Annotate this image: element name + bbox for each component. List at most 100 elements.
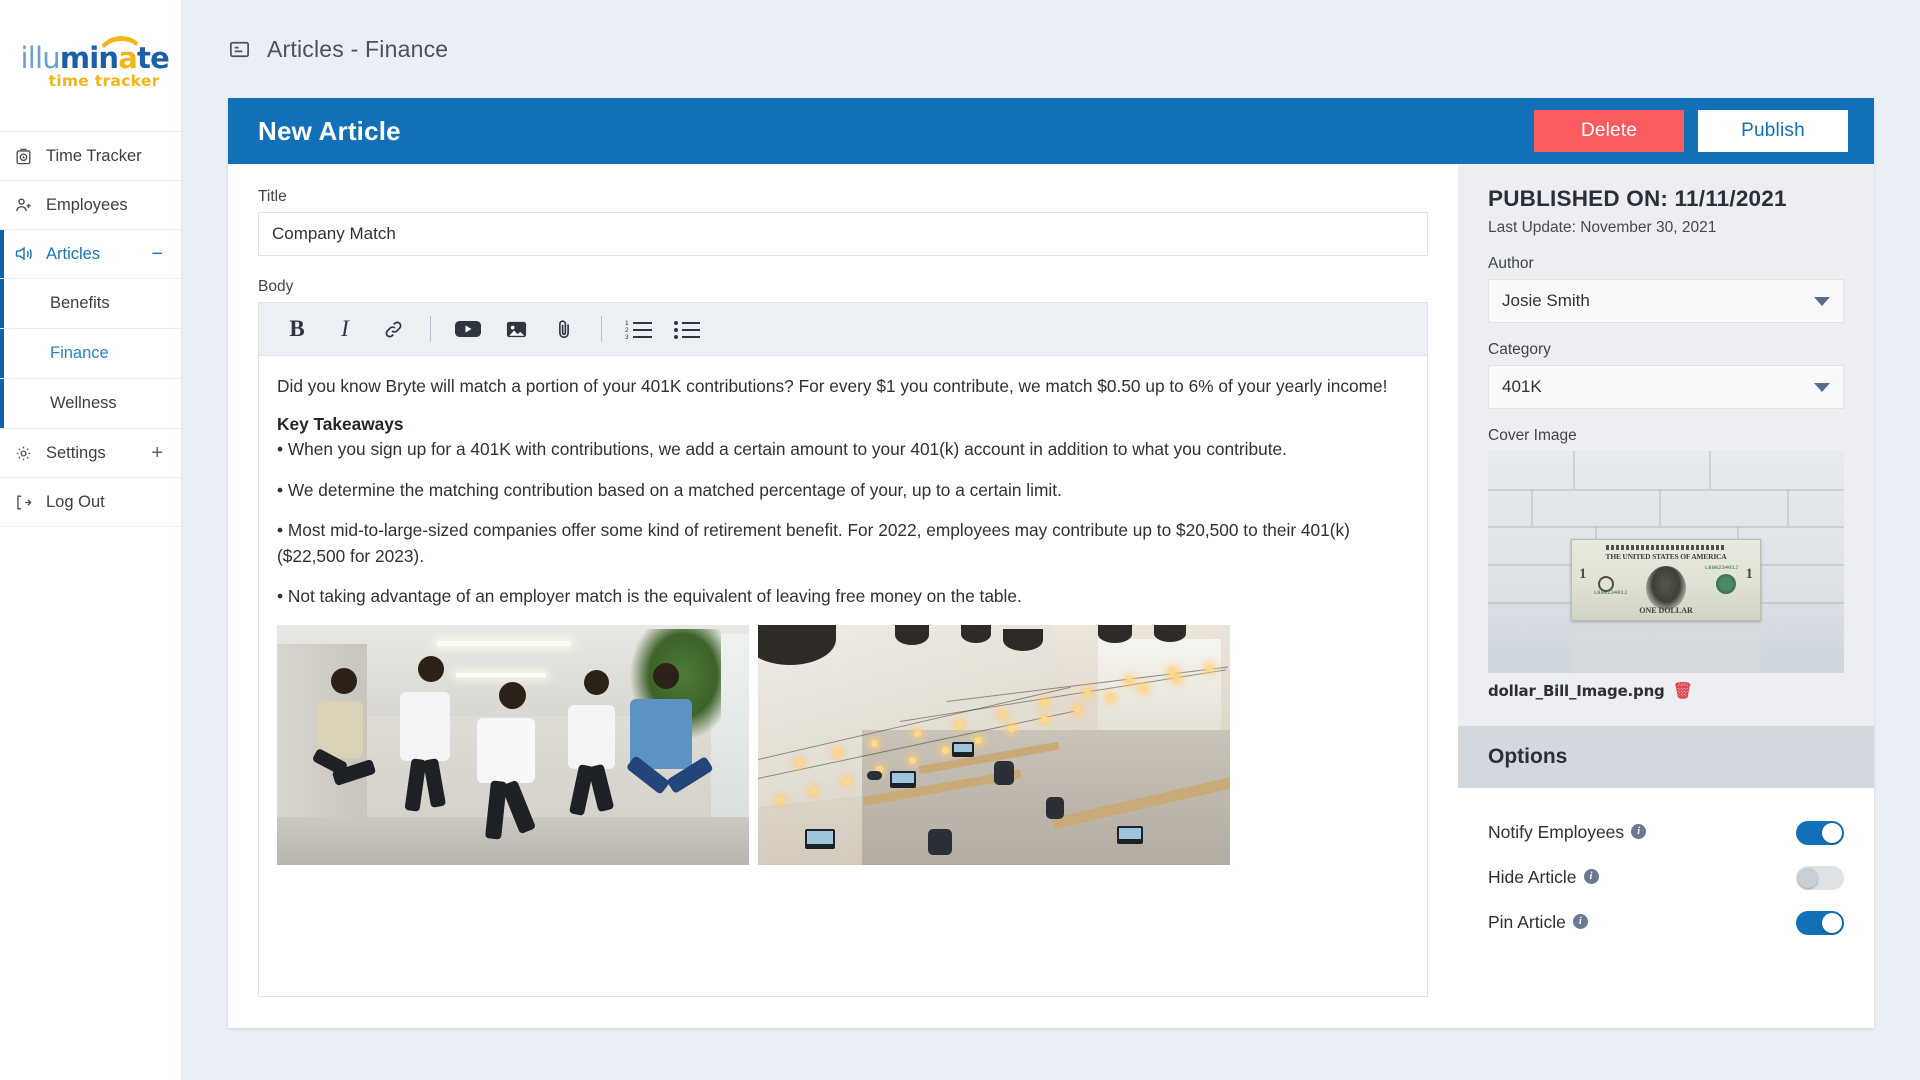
body-editor: B I 1 2 3 Did you know Bryte will match … — [258, 302, 1428, 997]
sidebar-item-time-tracker[interactable]: Time Tracker — [0, 132, 181, 181]
cover-image-filename: dollar_Bill_Image.png — [1488, 682, 1665, 700]
numbered-list-icon[interactable]: 1 2 3 — [617, 309, 661, 349]
title-input[interactable] — [258, 212, 1428, 256]
author-select-value: Josie Smith — [1502, 291, 1590, 310]
cover-image-filename-row: dollar_Bill_Image.png 🗑 — [1488, 682, 1844, 700]
pin-article-toggle[interactable] — [1796, 910, 1844, 935]
app-logo: illuminate time tracker — [0, 0, 181, 132]
sidebar-item-employees[interactable]: Employees — [0, 181, 181, 230]
sidebar-subitem-wellness[interactable]: Wellness — [0, 379, 181, 429]
category-select-value: 401K — [1502, 377, 1542, 396]
app-root: illuminate time tracker Time Tracker Emp… — [0, 0, 1920, 1080]
logo-part-2: min — [59, 40, 119, 75]
option-row-pin-article: Pin Article i — [1488, 900, 1844, 945]
link-icon[interactable] — [371, 309, 415, 349]
settings-expand-toggle[interactable]: + — [151, 443, 167, 463]
options-list: Notify Employees i Hide Article i Pin Ar… — [1458, 788, 1874, 1028]
hide-article-toggle[interactable] — [1796, 865, 1844, 890]
dollar-bill-graphic: THE UNITED STATES OF AMERICA 1 1 L898234… — [1571, 539, 1761, 621]
page-title: Articles - Finance — [267, 35, 449, 62]
article-card-icon — [228, 38, 251, 61]
sidebar-item-label: Articles — [46, 244, 101, 263]
option-label: Notify Employees — [1488, 822, 1625, 842]
image-icon[interactable] — [494, 309, 538, 349]
body-field-label: Body — [258, 278, 294, 295]
sidebar-item-log-out[interactable]: Log Out — [0, 478, 181, 527]
author-select[interactable]: Josie Smith — [1488, 279, 1844, 323]
svg-text:2: 2 — [625, 327, 629, 334]
sidebar-subitem-label: Benefits — [50, 294, 110, 312]
breadcrumb: Articles - Finance — [182, 0, 1920, 98]
sidebar-item-settings[interactable]: Settings + — [0, 429, 181, 478]
body-bullet: • Not taking advantage of an employer ma… — [277, 586, 1022, 607]
sidebar-item-label: Employees — [46, 195, 128, 214]
body-bullet: • Most mid-to-large-sized companies offe… — [277, 520, 1350, 566]
body-bullet: • When you sign up for a 401K with contr… — [277, 439, 1287, 460]
article-editor-card: New Article Delete Publish Title Body B … — [228, 98, 1874, 1028]
option-row-hide-article: Hide Article i — [1488, 855, 1844, 900]
cover-image-preview[interactable]: THE UNITED STATES OF AMERICA 1 1 L898234… — [1488, 451, 1844, 673]
logo-part-1: illu — [20, 40, 61, 75]
header-actions: Delete Publish — [1534, 110, 1848, 152]
notify-employees-toggle[interactable] — [1796, 820, 1844, 845]
option-row-notify-employees: Notify Employees i — [1488, 810, 1844, 855]
author-field-label: Author — [1488, 255, 1534, 272]
video-icon[interactable] — [446, 309, 490, 349]
trash-icon[interactable]: 🗑 — [1673, 683, 1693, 699]
articles-collapse-toggle[interactable]: − — [151, 244, 167, 264]
option-label: Pin Article — [1488, 912, 1566, 932]
publish-button[interactable]: Publish — [1698, 110, 1848, 152]
cover-image-label: Cover Image — [1488, 427, 1577, 444]
bullet-list-icon[interactable] — [665, 309, 709, 349]
logo-part-3: a — [118, 40, 138, 75]
published-on-label: PUBLISHED ON: 11/11/2021 — [1488, 186, 1787, 211]
body-images — [277, 624, 1409, 865]
italic-icon[interactable]: I — [323, 309, 367, 349]
logo-subtitle: time tracker — [48, 71, 160, 90]
body-paragraph-intro: Did you know Bryte will match a portion … — [277, 376, 1388, 396]
delete-button[interactable]: Delete — [1534, 110, 1684, 152]
info-icon[interactable]: i — [1631, 824, 1647, 839]
body-heading-key-takeaways: Key Takeaways — [277, 414, 404, 435]
meta-fields: PUBLISHED ON: 11/11/2021 Last Update: No… — [1458, 164, 1874, 700]
logo-part-4: te — [137, 40, 170, 75]
options-section-title: Options — [1458, 726, 1874, 788]
sidebar-item-label: Settings — [46, 443, 106, 462]
editor-pane: Title Body B I — [228, 164, 1458, 1028]
sidebar: illuminate time tracker Time Tracker Emp… — [0, 0, 182, 1080]
toolbar-divider — [601, 316, 602, 342]
category-select[interactable]: 401K — [1488, 365, 1844, 409]
sidebar-subitem-finance[interactable]: Finance — [0, 329, 181, 379]
last-update-label: Last Update: November 30, 2021 — [1488, 219, 1717, 236]
card-body: Title Body B I — [228, 164, 1874, 1028]
bold-icon[interactable]: B — [275, 309, 319, 349]
info-icon[interactable]: i — [1583, 869, 1599, 884]
sidebar-item-articles[interactable]: Articles − — [0, 230, 181, 279]
chevron-down-icon — [1814, 296, 1830, 306]
sidebar-item-label: Time Tracker — [46, 146, 142, 165]
employees-icon — [14, 195, 42, 215]
megaphone-icon — [14, 244, 42, 264]
toolbar-divider — [430, 316, 431, 342]
attachment-icon[interactable] — [542, 309, 586, 349]
body-bullet: • We determine the matching contribution… — [277, 479, 1062, 500]
sidebar-subitem-benefits[interactable]: Benefits — [0, 279, 181, 329]
body-image-jumping-employees — [277, 624, 749, 865]
body-editor-content[interactable]: Did you know Bryte will match a portion … — [259, 356, 1427, 996]
timer-icon — [14, 147, 42, 166]
info-icon[interactable]: i — [1572, 914, 1588, 929]
card-header: New Article Delete Publish — [228, 98, 1874, 164]
category-field-label: Category — [1488, 341, 1551, 358]
svg-text:3: 3 — [625, 334, 629, 340]
svg-text:1: 1 — [625, 320, 629, 327]
gear-icon — [14, 444, 42, 463]
title-field-label: Title — [258, 188, 287, 205]
logout-icon — [14, 493, 42, 512]
article-meta-panel: PUBLISHED ON: 11/11/2021 Last Update: No… — [1458, 164, 1874, 1028]
sidebar-subitem-label: Wellness — [50, 394, 117, 412]
sidebar-item-label: Log Out — [46, 492, 105, 511]
chevron-down-icon — [1814, 382, 1830, 392]
sidebar-subitem-label: Finance — [50, 344, 109, 362]
editor-toolbar: B I 1 2 3 — [259, 303, 1427, 356]
card-header-title: New Article — [258, 115, 401, 146]
